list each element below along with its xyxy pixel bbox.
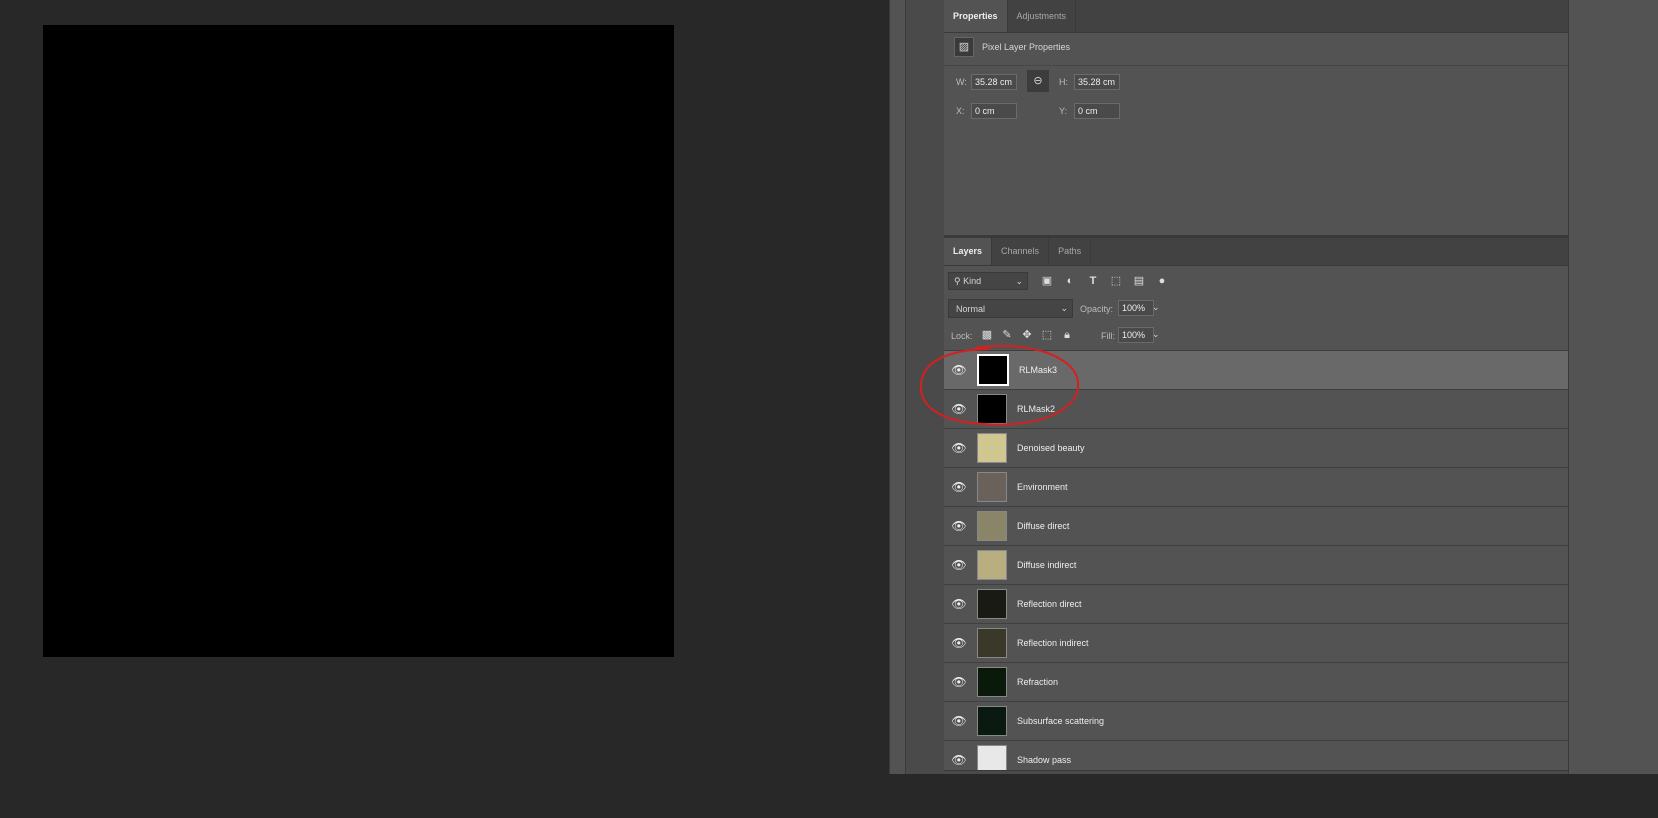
filter-kind-value: Kind xyxy=(963,276,982,286)
tab-layers[interactable]: Layers xyxy=(944,238,993,265)
blend-mode-value: Normal xyxy=(956,303,986,314)
layer-name: Environment xyxy=(1017,482,1068,492)
layer-name: Reflection direct xyxy=(1017,599,1082,609)
visibility-eye-icon[interactable]: 👁︎ xyxy=(944,753,974,767)
properties-title: Pixel Layer Properties xyxy=(982,42,1071,52)
x-field[interactable]: 0 cm xyxy=(971,103,1017,119)
w-label: W: xyxy=(956,77,967,87)
layer-thumbnail xyxy=(977,511,1007,541)
opacity-chevron-icon[interactable]: ⌄ xyxy=(1152,302,1160,313)
layer-thumbnail xyxy=(977,589,1007,619)
y-label: Y: xyxy=(1059,106,1068,116)
filter-smart-object-icon[interactable]: ▤ xyxy=(1132,274,1146,288)
properties-tabs: Properties Adjustments xyxy=(944,0,1568,33)
layer-thumbnail xyxy=(977,628,1007,658)
x-label: X: xyxy=(956,106,965,116)
visibility-eye-icon[interactable]: 👁︎ xyxy=(944,636,974,650)
layer-name: Shadow pass xyxy=(1017,755,1072,765)
layer-name: Refraction xyxy=(1017,677,1059,687)
tab-properties[interactable]: Properties xyxy=(944,0,1008,32)
fill-field[interactable]: 100% xyxy=(1118,327,1154,343)
pixel-layer-icon: ▨ xyxy=(954,37,974,57)
height-field[interactable]: 35.28 cm xyxy=(1074,74,1120,90)
layer-name: Denoised beauty xyxy=(1017,443,1085,453)
search-icon: ⚲ xyxy=(954,275,964,286)
filter-adjustment-icon[interactable]: ◐ xyxy=(1063,274,1077,288)
filter-toggle-icon[interactable]: ● xyxy=(1155,274,1169,288)
fill-chevron-icon[interactable]: ⌄ xyxy=(1152,329,1160,340)
blend-mode-dropdown[interactable]: Normal ⌄ xyxy=(948,299,1073,318)
visibility-eye-icon[interactable]: 👁︎ xyxy=(944,480,974,494)
opacity-field[interactable]: 100% xyxy=(1118,300,1154,316)
bottom-bar xyxy=(0,774,1658,818)
visibility-eye-icon[interactable]: 👁︎ xyxy=(944,597,974,611)
layer-name: Reflection indirect xyxy=(1017,638,1089,648)
visibility-eye-icon[interactable]: 👁︎ xyxy=(944,675,974,689)
tab-channels[interactable]: Channels xyxy=(992,238,1050,265)
layer-name: Subsurface scattering xyxy=(1017,716,1105,726)
layer-thumbnail xyxy=(977,706,1007,736)
visibility-eye-icon[interactable]: 👁︎ xyxy=(944,714,974,728)
layer-thumbnail xyxy=(977,550,1007,580)
visibility-eye-icon[interactable]: 👁︎ xyxy=(944,441,974,455)
chevron-down-icon: ⌄ xyxy=(1015,275,1023,286)
panel-dock-strip xyxy=(889,0,906,774)
filter-kind-dropdown[interactable]: ⚲ Kind ⌄ xyxy=(948,272,1028,290)
filter-type-icon[interactable]: T xyxy=(1086,274,1100,288)
red-annotation-ellipse xyxy=(919,344,1080,426)
filter-shape-icon[interactable]: ⬚ xyxy=(1109,274,1123,288)
opacity-label: Opacity: xyxy=(1080,304,1114,314)
layer-thumbnail xyxy=(977,667,1007,697)
visibility-eye-icon[interactable]: 👁︎ xyxy=(944,558,974,572)
layer-thumbnail xyxy=(977,745,1007,771)
y-field[interactable]: 0 cm xyxy=(1074,103,1120,119)
layer-name: Diffuse indirect xyxy=(1017,560,1077,570)
visibility-eye-icon[interactable]: 👁︎ xyxy=(944,519,974,533)
layer-row[interactable]: 👁︎ Reflection direct xyxy=(944,585,1568,624)
chevron-down-icon: ⌄ xyxy=(1060,303,1068,313)
layer-row[interactable]: 👁︎ Environment xyxy=(944,468,1568,507)
document-canvas[interactable] xyxy=(43,25,674,657)
layer-row[interactable]: 👁︎ Refraction xyxy=(944,663,1568,702)
layer-row[interactable]: 👁︎ Reflection indirect xyxy=(944,624,1568,663)
filter-pixel-icon[interactable]: ▣ xyxy=(1040,274,1054,288)
layer-row[interactable]: 👁︎ Shadow pass xyxy=(944,741,1568,771)
panel-background xyxy=(1568,0,1658,774)
layer-row[interactable]: 👁︎ Subsurface scattering xyxy=(944,702,1568,741)
layer-thumbnail xyxy=(977,472,1007,502)
layer-name: Diffuse direct xyxy=(1017,521,1070,531)
layers-tabs: Layers Channels Paths xyxy=(944,238,1568,266)
layer-row[interactable]: 👁︎ Diffuse direct xyxy=(944,507,1568,546)
tab-paths[interactable]: Paths xyxy=(1049,238,1092,265)
layer-thumbnail xyxy=(977,433,1007,463)
tab-adjustments[interactable]: Adjustments xyxy=(1008,0,1077,32)
fill-label: Fill: xyxy=(1101,331,1115,341)
width-field[interactable]: 35.28 cm xyxy=(971,74,1017,90)
layer-row[interactable]: 👁︎ Diffuse indirect xyxy=(944,546,1568,585)
link-icon[interactable]: ⊖ xyxy=(1027,70,1049,92)
h-label: H: xyxy=(1059,77,1068,87)
